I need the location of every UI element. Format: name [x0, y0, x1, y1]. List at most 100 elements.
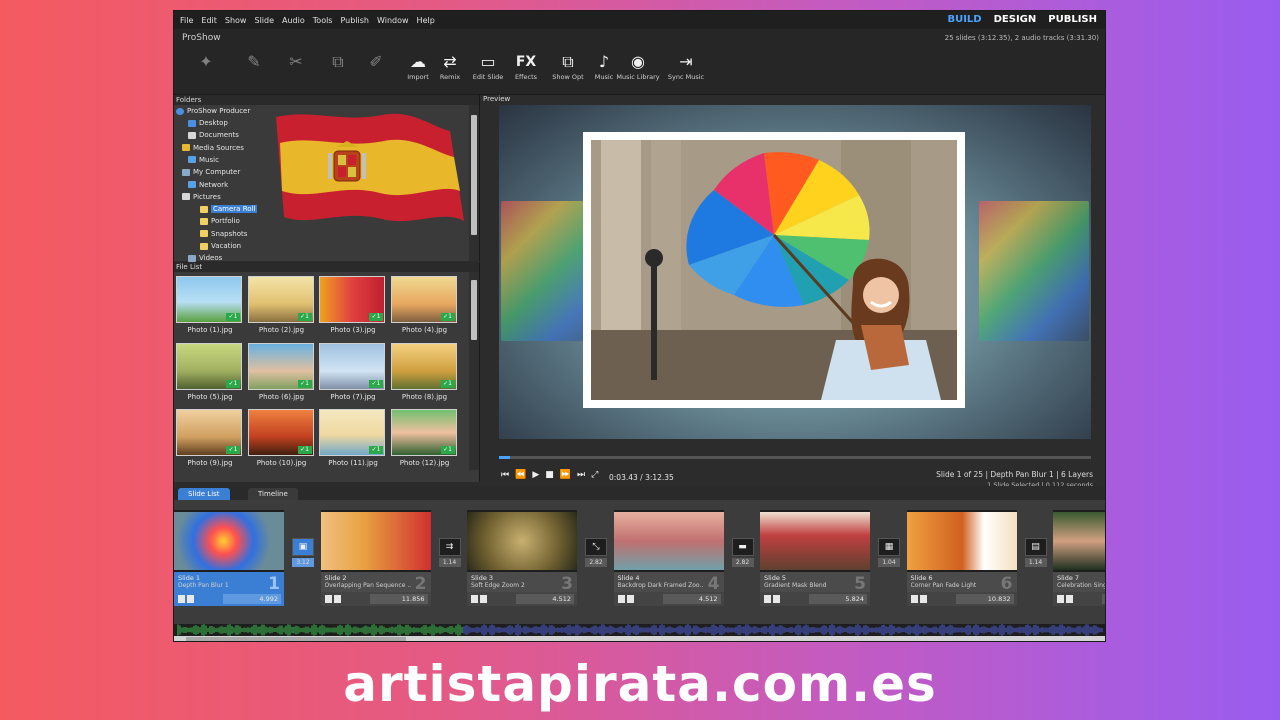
- film-button[interactable]: ✂: [274, 51, 318, 93]
- play-slide-icon[interactable]: [910, 595, 918, 603]
- file-thumbnail[interactable]: ✓1 Photo (1).jpg: [176, 276, 244, 334]
- skip-end-icon[interactable]: ⏭: [577, 470, 585, 480]
- file-thumbnail[interactable]: ✓1 Photo (4).jpg: [390, 276, 459, 334]
- play-slide-icon[interactable]: [178, 595, 185, 603]
- file-list-scrollbar[interactable]: [469, 272, 479, 470]
- menu-edit[interactable]: Edit: [201, 16, 217, 25]
- slide-duration[interactable]: [1102, 594, 1105, 604]
- tree-node-portfolio[interactable]: Portfolio: [200, 217, 240, 225]
- file-thumbnail[interactable]: ✓1 Photo (9).jpg: [176, 409, 244, 467]
- transition-item[interactable]: ▤ 1.14: [1024, 538, 1047, 567]
- transition-item[interactable]: ⤡ 2.82: [585, 538, 607, 567]
- transition-item[interactable]: ▣ 3.12: [292, 538, 314, 567]
- transition-duration[interactable]: 2.82: [731, 558, 754, 567]
- slide-list-scrollbar[interactable]: [174, 636, 1105, 641]
- slide-item[interactable]: Slide 1 Depth Pan Blur 1 1 4.992: [174, 510, 284, 610]
- tree-node-media-sources[interactable]: Media Sources: [182, 144, 244, 152]
- audio-waveform-track[interactable]: [174, 624, 1105, 636]
- tree-node-pictures[interactable]: Pictures: [182, 193, 221, 201]
- slide-item[interactable]: Slide 2 Overlapping Pan Sequence ... 2 11.8…: [320, 510, 431, 610]
- mode-design[interactable]: DESIGN: [994, 14, 1037, 25]
- tab-timeline[interactable]: Timeline: [248, 488, 298, 500]
- tree-node-desktop[interactable]: Desktop: [188, 119, 228, 127]
- tree-node-root[interactable]: ProShow Producer: [176, 107, 250, 115]
- brush-button[interactable]: ✐: [354, 51, 398, 93]
- tree-node-network[interactable]: Network: [188, 181, 228, 189]
- menu-slide[interactable]: Slide: [254, 16, 274, 25]
- tree-node-camera-roll[interactable]: Camera Roll: [200, 205, 258, 214]
- folders-scroll-thumb[interactable]: [471, 115, 477, 235]
- slide-item[interactable]: Slide 6 Corner Pan Fade Light 6 10.832: [906, 510, 1017, 610]
- transition-icon: ▤: [1024, 538, 1047, 556]
- folders-scrollbar[interactable]: [469, 105, 479, 261]
- file-list-scroll-thumb[interactable]: [471, 280, 477, 340]
- music-library-button[interactable]: ◉ Music Library: [616, 51, 660, 93]
- play-slide-icon[interactable]: [764, 595, 771, 603]
- slide-item[interactable]: Slide 3 Soft Edge Zoom 2 3 4.512: [467, 510, 577, 610]
- menu-window[interactable]: Window: [377, 16, 409, 25]
- file-thumbnail[interactable]: ✓1 Photo (8).jpg: [390, 342, 459, 401]
- transition-icon: ⇉: [438, 538, 461, 556]
- transition-duration[interactable]: 1.14: [1024, 558, 1047, 567]
- play-slide-icon[interactable]: [471, 595, 478, 603]
- mode-build[interactable]: BUILD: [947, 14, 981, 25]
- slide-duration[interactable]: 11.856: [369, 594, 428, 604]
- slide-item[interactable]: Slide 7Celebration Single7: [1053, 510, 1105, 610]
- fullscreen-icon[interactable]: ⤢: [591, 470, 598, 480]
- slide-list-scroll-thumb[interactable]: [186, 637, 406, 641]
- fx-button[interactable]: FX Effects: [504, 51, 548, 93]
- slide-item[interactable]: Slide 4 Backdrop Dark Framed Zoo... 4 4.512: [613, 510, 724, 610]
- menu-tools[interactable]: Tools: [313, 16, 333, 25]
- file-thumbnail[interactable]: ✓1 Photo (3).jpg: [319, 276, 387, 334]
- sync-music-button[interactable]: ⇥ Sync Music: [664, 51, 708, 93]
- menu-audio[interactable]: Audio: [282, 16, 305, 25]
- file-thumbnail[interactable]: ✓1 Photo (2).jpg: [247, 276, 316, 334]
- slide-duration[interactable]: 5.824: [809, 594, 867, 604]
- menu-publish[interactable]: Publish: [340, 16, 369, 25]
- file-thumbnail[interactable]: ✓1 Photo (7).jpg: [319, 342, 387, 401]
- tree-node-label: Network: [199, 180, 229, 189]
- transition-item[interactable]: ▬ 2.82: [731, 538, 754, 567]
- transition-item[interactable]: ▦ 1.04: [878, 538, 900, 567]
- tree-node-my-computer[interactable]: My Computer: [182, 168, 240, 176]
- preview-stage[interactable]: [499, 105, 1091, 439]
- file-thumbnail[interactable]: ✓1 Photo (6).jpg: [247, 342, 316, 401]
- play-slide-icon[interactable]: [324, 595, 332, 603]
- slide-duration[interactable]: 4.512: [662, 594, 721, 604]
- mode-publish[interactable]: PUBLISH: [1048, 14, 1097, 25]
- menu-show[interactable]: Show: [225, 16, 247, 25]
- slide-duration[interactable]: 10.832: [955, 594, 1014, 604]
- file-thumbnail[interactable]: ✓1 Photo (5).jpg: [176, 342, 244, 401]
- used-check-badge: ✓1: [369, 313, 383, 321]
- file-thumbnail[interactable]: ✓1 Photo (11).jpg: [319, 409, 387, 467]
- tree-node-music[interactable]: Music: [188, 156, 219, 164]
- transition-duration[interactable]: 2.82: [585, 558, 607, 567]
- play-icon[interactable]: ▶: [532, 470, 539, 480]
- slide-duration[interactable]: 4.992: [223, 594, 281, 604]
- tree-node-documents[interactable]: Documents: [188, 131, 239, 139]
- menu-help[interactable]: Help: [417, 16, 435, 25]
- menu-file[interactable]: File: [180, 16, 193, 25]
- tree-node-vacation[interactable]: Vacation: [200, 242, 241, 250]
- transition-duration[interactable]: 1.04: [878, 558, 900, 567]
- layers-icon: [773, 595, 780, 603]
- play-slide-icon[interactable]: [1057, 595, 1064, 603]
- file-thumbnail[interactable]: ✓1 Photo (10).jpg: [247, 409, 316, 467]
- skip-start-icon[interactable]: ⏮: [501, 470, 509, 480]
- tree-node-snapshots[interactable]: Snapshots: [200, 230, 247, 238]
- play-slide-icon[interactable]: [617, 595, 625, 603]
- preview-progress-bar[interactable]: [499, 456, 1091, 459]
- fast-forward-icon[interactable]: ⏩: [560, 470, 571, 480]
- file-thumbnail[interactable]: ✓1 Photo (12).jpg: [390, 409, 459, 467]
- stop-icon[interactable]: ■: [545, 470, 554, 480]
- slide-duration[interactable]: 4.512: [516, 594, 574, 604]
- pin-button[interactable]: ✎: [232, 51, 276, 93]
- tab-slide-list[interactable]: Slide List: [178, 488, 230, 500]
- transition-item[interactable]: ⇉ 1.14: [438, 538, 461, 567]
- wand-button[interactable]: ✦: [184, 51, 228, 93]
- layers-icon: [626, 595, 634, 603]
- transition-duration[interactable]: 3.12: [292, 558, 314, 567]
- slide-item[interactable]: Slide 5 Gradient Mask Blend 5 5.824: [760, 510, 870, 610]
- transition-duration[interactable]: 1.14: [438, 558, 461, 567]
- rewind-icon[interactable]: ⏪: [515, 470, 526, 480]
